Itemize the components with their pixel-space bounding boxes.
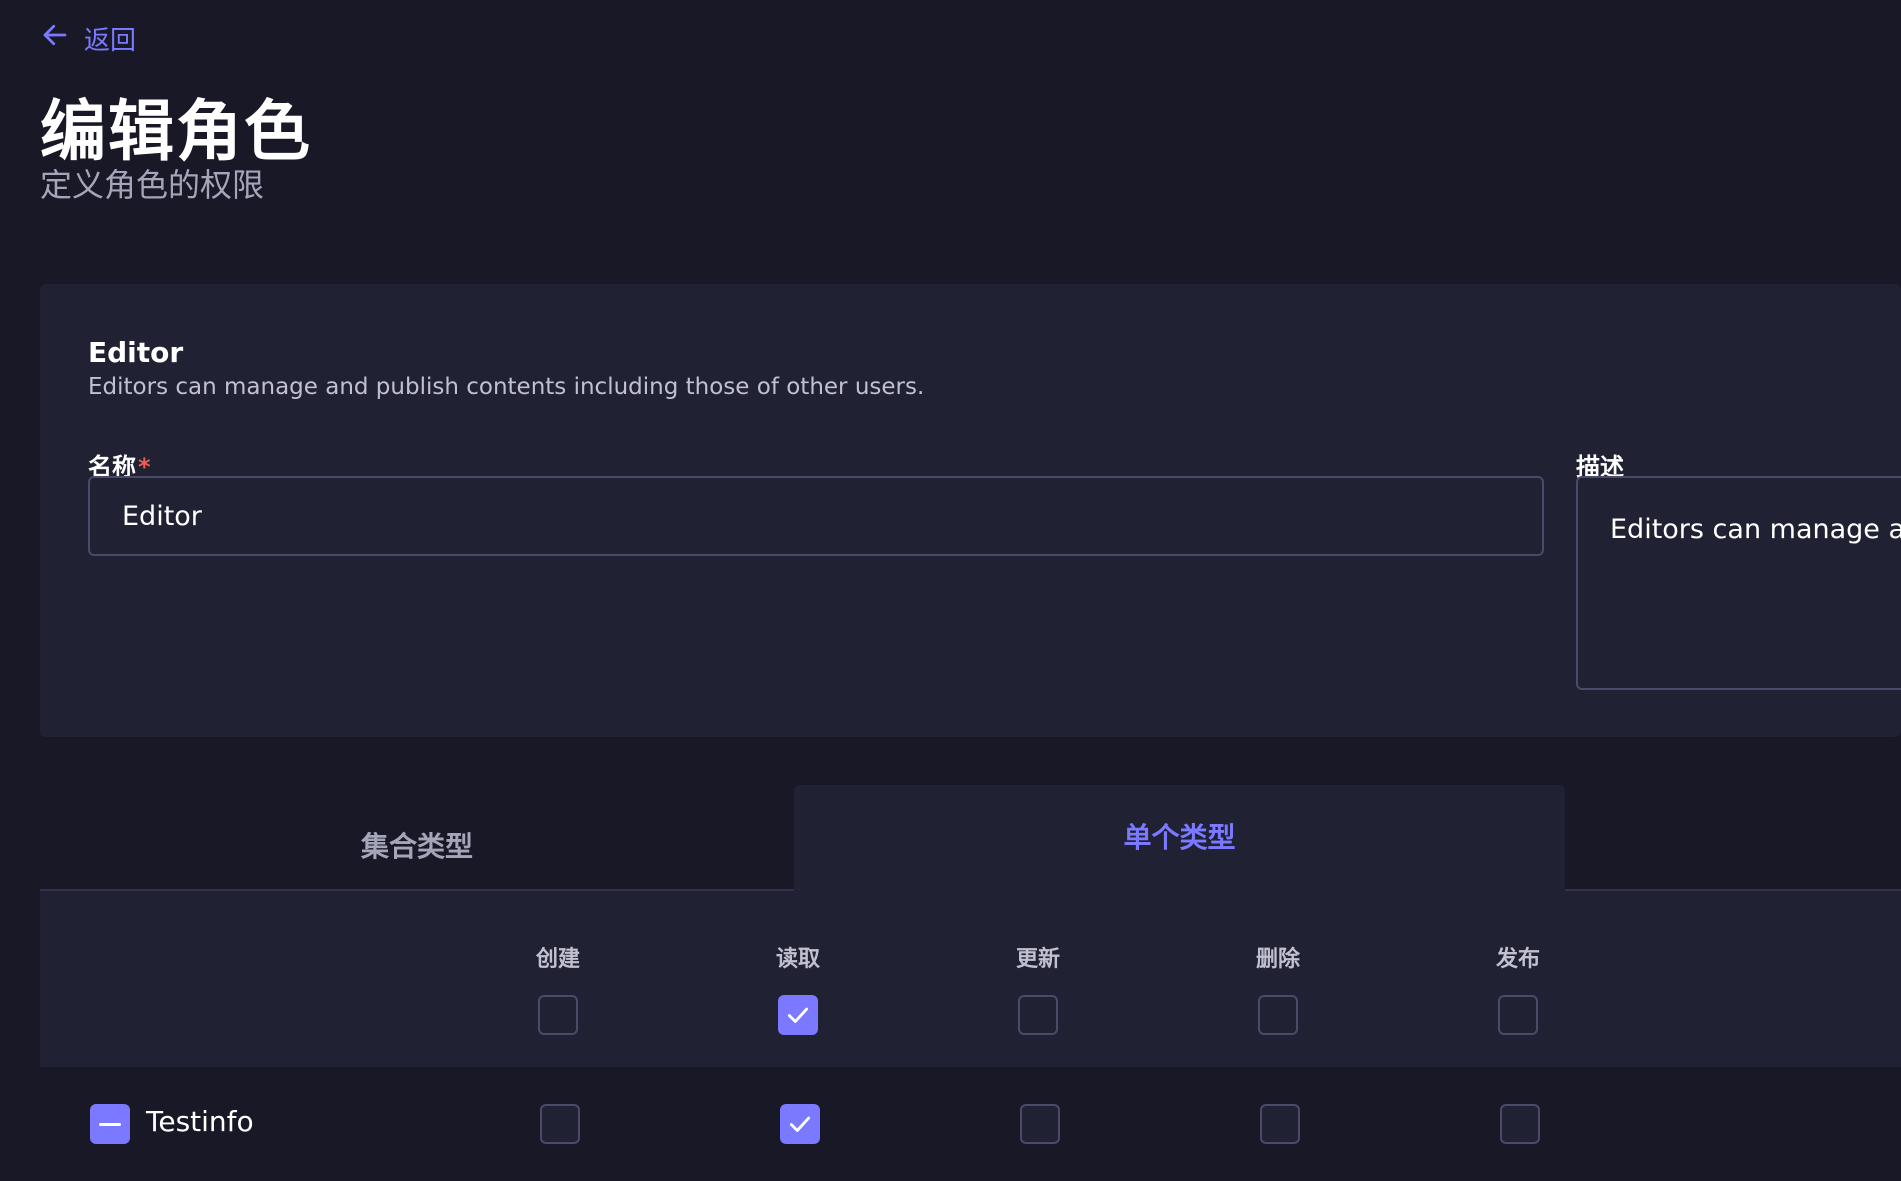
- permissions-panel: 集合类型 单个类型 创建 读取 更新 删除 发布 Testinfo: [40, 785, 1901, 1181]
- testinfo-create-checkbox[interactable]: [540, 1104, 580, 1144]
- back-link[interactable]: 返回: [40, 20, 136, 57]
- arrow-left-icon: [40, 20, 70, 57]
- tab-collection-types[interactable]: 集合类型: [40, 785, 794, 891]
- testinfo-delete-checkbox[interactable]: [1260, 1104, 1300, 1144]
- select-all-update-checkbox[interactable]: [1018, 995, 1058, 1035]
- role-details-card: Editor Editors can manage and publish co…: [40, 284, 1901, 737]
- column-header-update: 更新: [1015, 947, 1060, 972]
- select-all-publish-checkbox[interactable]: [1498, 995, 1538, 1035]
- permission-tabs: 集合类型 单个类型: [40, 785, 1901, 893]
- edit-role-page: 返回 编辑角色 定义角色的权限 Editor Editors can manag…: [0, 0, 1901, 1181]
- name-input[interactable]: [88, 476, 1544, 556]
- column-header-create: 创建: [535, 947, 580, 972]
- column-header-read: 读取: [775, 947, 820, 972]
- testinfo-update-checkbox[interactable]: [1020, 1104, 1060, 1144]
- column-header-publish: 发布: [1495, 947, 1540, 972]
- row-label: Testinfo: [146, 1105, 254, 1138]
- check-icon: [789, 1116, 811, 1132]
- tab-single-types[interactable]: 单个类型: [794, 785, 1565, 893]
- back-label: 返回: [84, 26, 137, 56]
- select-all-read-checkbox[interactable]: [778, 995, 818, 1035]
- select-all-create-checkbox[interactable]: [538, 995, 578, 1035]
- row-collapse-toggle[interactable]: [90, 1104, 130, 1144]
- check-icon: [787, 1007, 809, 1023]
- permission-row-testinfo: Testinfo: [40, 1067, 1901, 1181]
- description-textarea[interactable]: Editors can manage and publish contents …: [1576, 476, 1901, 690]
- testinfo-read-checkbox[interactable]: [780, 1104, 820, 1144]
- role-description-text: Editors can manage and publish contents …: [88, 374, 925, 400]
- minus-icon: [99, 1122, 121, 1126]
- page-subtitle: 定义角色的权限: [40, 166, 265, 204]
- column-header-delete: 删除: [1255, 947, 1300, 972]
- select-all-delete-checkbox[interactable]: [1258, 995, 1298, 1035]
- role-name-heading: Editor: [88, 336, 184, 369]
- testinfo-publish-checkbox[interactable]: [1500, 1104, 1540, 1144]
